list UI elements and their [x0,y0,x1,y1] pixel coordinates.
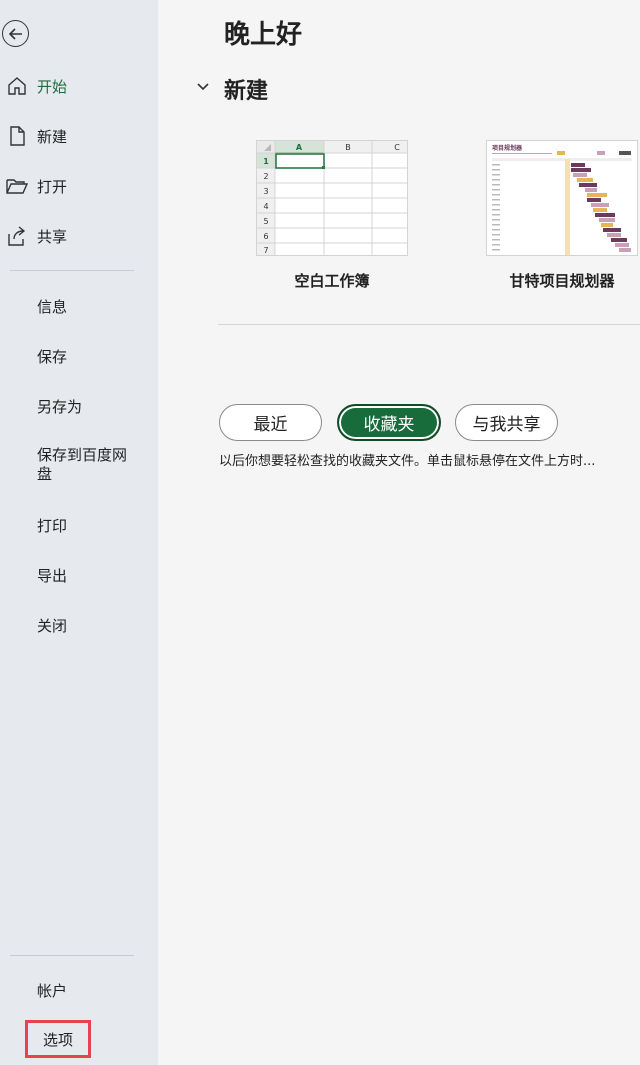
new-section-title: 新建 [224,79,269,104]
template-name: 空白工作簿 [294,272,370,290]
tab-label: 与我共享 [472,415,541,435]
sidebar-item-label: 新建 [37,127,68,146]
back-button[interactable] [2,20,29,47]
tab-recent[interactable]: 最近 [219,404,322,441]
section-divider [218,324,640,325]
sidebar-item-label: 导出 [37,566,68,585]
sidebar-item-save[interactable]: 保存 [0,336,158,376]
gantt-preview: 项目规划器 [487,141,637,255]
sidebar-item-open[interactable]: 打开 [0,166,158,206]
tab-favorites[interactable]: 收藏夹 [337,404,441,441]
chevron-down-icon[interactable] [196,80,210,94]
folder-open-icon [6,179,28,194]
sidebar-item-share[interactable]: 共享 [0,216,158,256]
gantt-preview-title: 项目规划器 [492,144,523,152]
spreadsheet-grid-preview: A B C 1 2 3 4 5 6 7 [257,141,407,255]
share-icon [8,226,26,246]
sidebar-item-label: 关闭 [37,616,68,635]
sidebar-item-options[interactable]: 选项 [25,1020,91,1058]
sidebar-item-label: 选项 [42,1030,73,1049]
sidebar-item-label: 另存为 [37,397,83,416]
template-name: 甘特项目规划器 [509,272,615,290]
sidebar-item-info[interactable]: 信息 [0,286,158,326]
home-icon [8,77,26,95]
new-document-icon [10,126,25,146]
favorites-hint-text: 以后你想要轻松查找的收藏夹文件。单击鼠标悬停在文件上方时... [219,454,596,469]
tab-shared-with-me[interactable]: 与我共享 [455,404,558,441]
sidebar-item-close[interactable]: 关闭 [0,605,158,645]
row-header-7: 7 [263,246,268,255]
sidebar: 开始 新建 打开 共享 信息 保存 另存为 保存到百度网盘 打印 导出 关闭 帐… [0,0,158,1065]
arrow-left-icon [8,27,22,40]
sidebar-item-label: 打印 [37,516,68,535]
sidebar-item-home[interactable]: 开始 [0,66,158,106]
row-header-6: 6 [263,232,268,241]
greeting-title: 晚上好 [224,20,303,50]
sidebar-item-new[interactable]: 新建 [0,116,158,156]
column-header-c: C [394,143,400,152]
row-header-4: 4 [263,202,268,211]
sidebar-item-label: 保存到百度网盘 [37,446,128,483]
template-gantt-planner[interactable]: 项目规划器 甘特项目规划器 [486,140,638,291]
row-header-1: 1 [263,157,269,166]
tab-label: 收藏夹 [363,415,415,435]
template-thumbnail: A B C 1 2 3 4 5 6 7 [256,140,408,256]
column-header-b: B [345,143,351,152]
row-header-3: 3 [263,187,268,196]
sidebar-item-label: 帐户 [37,981,68,1000]
sidebar-item-label: 开始 [37,77,68,96]
row-header-5: 5 [263,217,268,226]
sidebar-item-label: 打开 [37,177,68,196]
sidebar-item-save-as[interactable]: 另存为 [0,386,158,426]
sidebar-item-account[interactable]: 帐户 [0,970,158,1010]
sidebar-divider [10,955,134,956]
template-thumbnail: 项目规划器 [486,140,638,256]
sidebar-divider [10,270,134,271]
sidebar-item-export[interactable]: 导出 [0,555,158,595]
sidebar-item-label: 信息 [37,297,68,316]
sidebar-item-print[interactable]: 打印 [0,505,158,545]
column-header-a: A [296,143,303,152]
template-blank-workbook[interactable]: A B C 1 2 3 4 5 6 7 空白工作簿 [256,140,408,291]
row-header-2: 2 [263,172,268,181]
sidebar-item-save-to-baidu[interactable]: 保存到百度网盘 [0,444,158,492]
sidebar-item-label: 保存 [37,347,68,366]
sidebar-item-label: 共享 [37,227,68,246]
tab-label: 最近 [253,415,288,435]
